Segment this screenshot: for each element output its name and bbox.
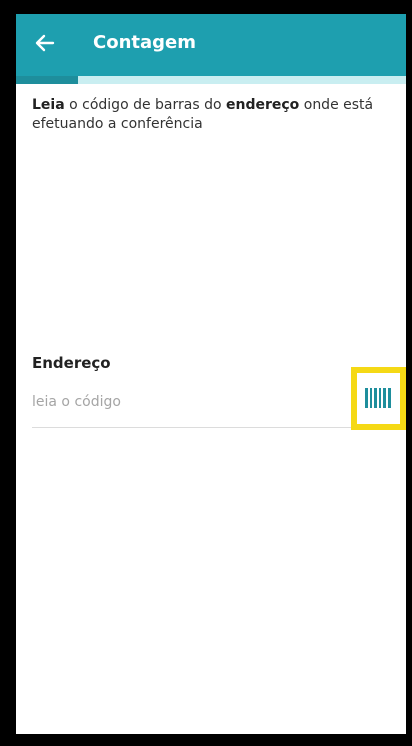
scan-barcode-button[interactable] <box>351 367 406 430</box>
address-input[interactable] <box>32 390 332 414</box>
address-field-underline <box>32 427 358 428</box>
progress-fill <box>16 76 79 84</box>
instruction-middle: o código de barras do <box>64 97 226 113</box>
arrow-left-icon[interactable] <box>32 30 58 56</box>
scan-button-inner <box>357 373 400 424</box>
address-field-label: Endereço <box>32 354 111 372</box>
app-bar: Contagem <box>16 14 406 76</box>
instruction-bold-read: Leia <box>32 97 65 113</box>
instruction-text: Leia o código de barras do endereço onde… <box>32 96 388 134</box>
page-title: Contagem <box>93 32 196 53</box>
progress-track <box>16 76 406 84</box>
app-screen: Contagem Leia o código de barras do ende… <box>16 14 406 734</box>
barcode-icon <box>365 388 392 408</box>
instruction-bold-address: endereço <box>226 97 300 113</box>
